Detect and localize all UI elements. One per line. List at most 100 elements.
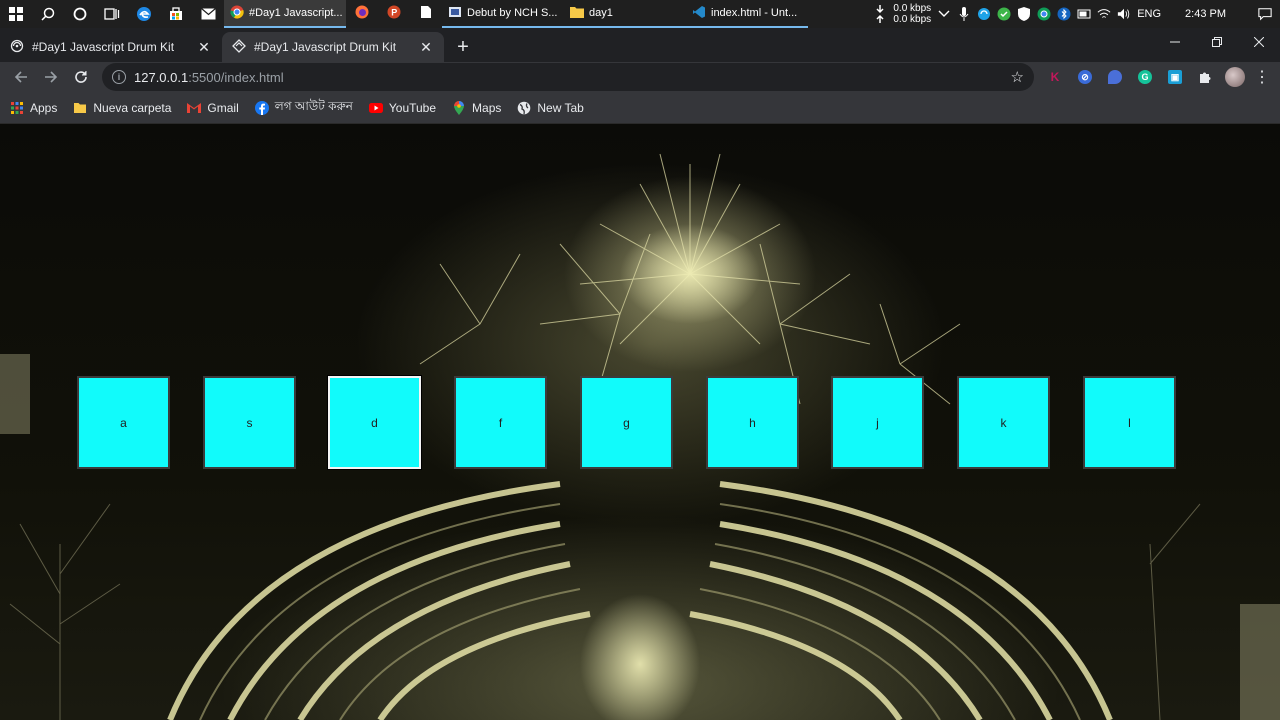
- close-window-icon[interactable]: [1238, 28, 1280, 56]
- live-server-icon: [10, 39, 24, 56]
- blocker-extension-icon[interactable]: ⊘: [1072, 64, 1098, 90]
- windows-start-icon[interactable]: [0, 0, 32, 28]
- wifi-icon[interactable]: [1097, 7, 1111, 21]
- youtube-icon: [368, 101, 383, 115]
- bookmark-youtube[interactable]: YouTube: [368, 100, 437, 115]
- taskbar-app-document[interactable]: [410, 0, 442, 28]
- key-letter: h: [749, 415, 756, 430]
- drum-key-k[interactable]: k: [957, 376, 1050, 469]
- grammarly-icon[interactable]: G: [1132, 64, 1158, 90]
- chat-extension-icon[interactable]: [1102, 64, 1128, 90]
- search-icon[interactable]: [32, 0, 64, 28]
- bookmark-apps[interactable]: Apps: [10, 101, 57, 115]
- bookmark-facebook[interactable]: লগ আউট করুন: [254, 98, 353, 118]
- taskbar-app-label: index.html - Unt...: [711, 7, 798, 19]
- clock[interactable]: 2:43 PM: [1185, 8, 1226, 20]
- shield-green-icon[interactable]: [997, 7, 1011, 21]
- taskbar-app-explorer[interactable]: day1: [564, 0, 686, 28]
- taskbar-app-label: Debut by NCH S...: [467, 7, 558, 19]
- folder-icon: [73, 101, 87, 115]
- url-path: :5500/index.html: [188, 69, 284, 85]
- taskbar-app-powerpoint[interactable]: P: [378, 0, 410, 28]
- bookmark-label: Nueva carpeta: [93, 100, 172, 115]
- key-letter: g: [623, 415, 630, 430]
- key-letter: d: [371, 415, 378, 430]
- microphone-icon[interactable]: [957, 7, 971, 21]
- store-icon[interactable]: [160, 0, 192, 28]
- vscode-icon: [692, 5, 706, 22]
- drum-key-g[interactable]: g: [580, 376, 673, 469]
- chrome-menu-icon[interactable]: ⋮: [1252, 67, 1272, 87]
- reload-icon[interactable]: [68, 64, 94, 90]
- diamond-favicon-icon: [232, 38, 246, 56]
- browser-tab-1[interactable]: #Day1 Javascript Drum Kit ✕: [0, 32, 222, 62]
- edge-icon[interactable]: [128, 0, 160, 28]
- drum-key-s[interactable]: s: [203, 376, 296, 469]
- notifications-icon[interactable]: [1258, 7, 1272, 21]
- k-extension-icon[interactable]: K: [1042, 64, 1068, 90]
- bookmark-label: Apps: [30, 100, 58, 115]
- taskbar-app-debut[interactable]: Debut by NCH S...: [442, 0, 564, 28]
- bookmark-label: New Tab: [537, 100, 584, 115]
- taskbar-app-vscode[interactable]: index.html - Unt...: [686, 0, 808, 28]
- chrome-tray-icon[interactable]: [1037, 7, 1051, 21]
- extensions-puzzle-icon[interactable]: [1192, 64, 1218, 90]
- taskbar-app-firefox[interactable]: [346, 0, 378, 28]
- drum-key-a[interactable]: a: [77, 376, 170, 469]
- language-indicator[interactable]: ENG: [1137, 8, 1161, 20]
- svg-text:P: P: [391, 7, 397, 17]
- site-info-icon[interactable]: i: [112, 70, 126, 84]
- globe-icon: [517, 101, 531, 115]
- bookmark-maps[interactable]: Maps: [452, 100, 502, 115]
- bookmark-gmail[interactable]: Gmail: [187, 100, 239, 115]
- taskbar-app-chrome[interactable]: #Day1 Javascript...: [224, 0, 346, 28]
- back-arrow-icon[interactable]: [8, 64, 34, 90]
- minimize-icon[interactable]: [1154, 28, 1196, 56]
- tab-title: #Day1 Javascript Drum Kit: [32, 40, 175, 54]
- bookmark-label: Gmail: [207, 100, 239, 115]
- task-view-icon[interactable]: [96, 0, 128, 28]
- chrome-icon: [230, 5, 244, 22]
- url-text[interactable]: 127.0.0.1:5500/index.html: [134, 70, 1003, 85]
- chevron-up-icon[interactable]: [937, 7, 951, 21]
- sync-icon[interactable]: [977, 7, 991, 21]
- address-bar[interactable]: i 127.0.0.1:5500/index.html ☆: [102, 63, 1034, 91]
- close-tab-icon[interactable]: ✕: [196, 39, 212, 56]
- tab-title: #Day1 Javascript Drum Kit: [254, 40, 397, 54]
- maps-icon: [452, 100, 466, 115]
- drum-key-j[interactable]: j: [831, 376, 924, 469]
- browser-toolbar: i 127.0.0.1:5500/index.html ☆ K ⊘ G ▣ ⋮: [0, 62, 1280, 92]
- drum-key-f[interactable]: f: [454, 376, 547, 469]
- bookmark-new-tab[interactable]: New Tab: [517, 100, 584, 115]
- battery-icon[interactable]: [1077, 7, 1091, 21]
- drum-key-l[interactable]: l: [1083, 376, 1176, 469]
- url-host: 127.0.0.1: [134, 69, 189, 85]
- bookmark-label: YouTube: [388, 100, 437, 115]
- bluetooth-icon[interactable]: [1057, 7, 1071, 21]
- bookmark-star-icon[interactable]: ☆: [1011, 68, 1024, 86]
- close-tab-icon[interactable]: ✕: [418, 39, 434, 56]
- mail-icon[interactable]: [192, 0, 224, 28]
- system-tray: 0.0 kbps 0.0 kbps ENG 2:43 PM: [873, 3, 1280, 25]
- forward-arrow-icon[interactable]: [38, 64, 64, 90]
- drum-key-d[interactable]: d: [328, 376, 421, 469]
- restore-icon[interactable]: [1196, 28, 1238, 56]
- key-letter: s: [246, 415, 253, 430]
- drum-key-h[interactable]: h: [706, 376, 799, 469]
- windows-taskbar: #Day1 Javascript... P Debut by NCH S... …: [0, 0, 1280, 28]
- bookmark-label: Maps: [472, 100, 502, 115]
- new-tab-button[interactable]: +: [448, 32, 478, 62]
- facebook-icon: [254, 100, 269, 115]
- defender-shield-icon[interactable]: [1017, 7, 1031, 21]
- network-speed: 0.0 kbps 0.0 kbps: [893, 3, 931, 25]
- calendar-extension-icon[interactable]: ▣: [1162, 64, 1188, 90]
- profile-avatar[interactable]: [1222, 64, 1248, 90]
- cortana-icon[interactable]: [64, 0, 96, 28]
- document-icon: [420, 5, 432, 22]
- browser-tab-2[interactable]: #Day1 Javascript Drum Kit ✕: [222, 32, 444, 62]
- bookmarks-bar: Apps Nueva carpeta Gmail লগ আউট করুন You…: [0, 92, 1280, 124]
- taskbar-app-label: day1: [589, 7, 613, 19]
- bookmark-nueva-carpeta[interactable]: Nueva carpeta: [73, 101, 171, 115]
- key-letter: l: [1128, 415, 1131, 430]
- volume-icon[interactable]: [1117, 7, 1131, 21]
